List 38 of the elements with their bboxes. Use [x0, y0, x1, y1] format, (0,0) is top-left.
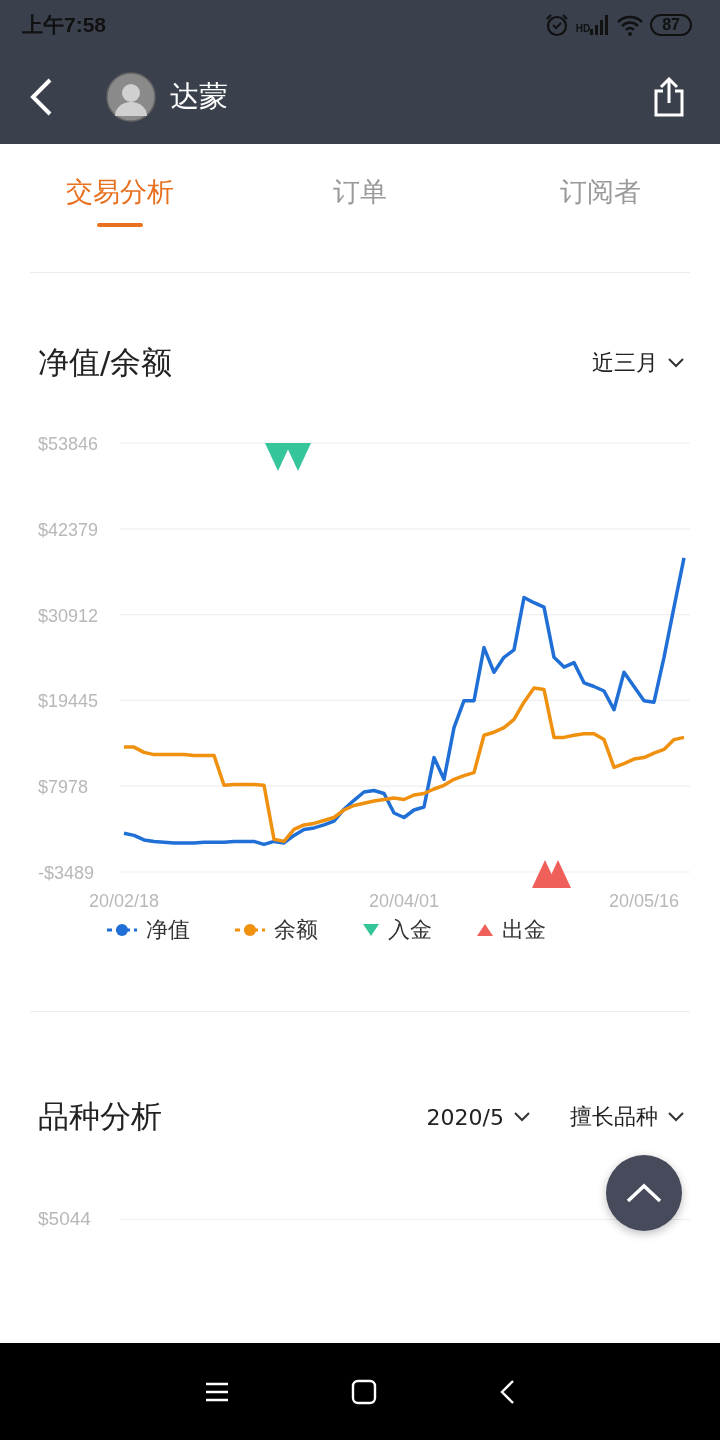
axis-label: $19445: [38, 691, 99, 712]
battery-indicator: 87: [650, 14, 692, 36]
signal-icon: [590, 15, 611, 35]
legend-label: 出金: [502, 916, 546, 944]
caret-icon: [514, 1112, 530, 1122]
filter-dropdown[interactable]: 2020/5: [426, 1102, 530, 1132]
axis-label: $42379: [38, 519, 99, 540]
back-button[interactable]: [28, 77, 54, 117]
wifi-icon: [616, 14, 645, 36]
filter-dropdown[interactable]: 擅长品种: [570, 1102, 684, 1132]
axis-label: $30912: [38, 605, 99, 626]
axis-label: 20/02/18: [88, 891, 160, 911]
scroll-top-button[interactable]: [606, 1155, 682, 1231]
section-title: 净值/余额: [38, 343, 173, 382]
triangle-down-marker: [285, 443, 311, 471]
status-time: 上午7:58: [22, 12, 107, 38]
user-name: 达蒙: [170, 78, 229, 115]
menu-icon[interactable]: [205, 1381, 229, 1402]
caret-icon: [668, 1112, 684, 1122]
axis-label: $7978: [38, 777, 89, 798]
axis-label: 20/05/16: [608, 891, 680, 911]
avatar: [106, 72, 156, 122]
triangle-down-marker: [265, 443, 291, 471]
axis-label: -$3489: [38, 863, 95, 883]
home-icon[interactable]: [351, 1378, 377, 1405]
hd-label: HD: [575, 23, 591, 34]
share-button[interactable]: [652, 77, 686, 117]
axis-label: $53846: [38, 434, 99, 454]
section-title: 品种分析: [38, 1097, 162, 1136]
chevron-up-icon: [626, 1183, 662, 1203]
axis-label: $5044: [38, 1208, 92, 1230]
axis-label: 20/04/01: [368, 891, 440, 911]
legend-label: 净值: [146, 916, 190, 944]
back-icon[interactable]: [499, 1378, 515, 1405]
legend-label: 入金: [388, 916, 432, 944]
period-dropdown[interactable]: 近三月: [592, 348, 684, 378]
caret-icon: [668, 358, 684, 368]
legend-label: 余额: [274, 916, 318, 944]
